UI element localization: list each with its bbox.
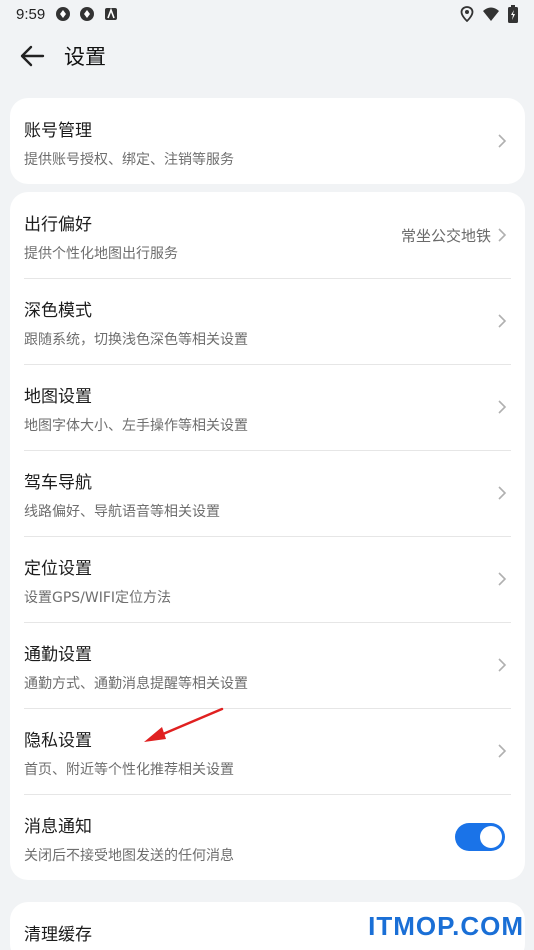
settings-item-privacy[interactable]: 隐私设置 首页、附近等个性化推荐相关设置 <box>10 708 525 794</box>
account-card: 账号管理 提供账号授权、绑定、注销等服务 <box>10 98 525 184</box>
chevron-right-icon <box>498 486 507 500</box>
settings-item-map[interactable]: 地图设置 地图字体大小、左手操作等相关设置 <box>10 364 525 450</box>
chevron-right-icon <box>498 572 507 586</box>
settings-card: 出行偏好 提供个性化地图出行服务 常坐公交地铁 深色模式 跟随系统，切换浅色深色… <box>10 192 525 880</box>
settings-item-travel-preference[interactable]: 出行偏好 提供个性化地图出行服务 常坐公交地铁 <box>10 192 525 278</box>
item-subtitle: 通勤方式、通勤消息提醒等相关设置 <box>24 676 248 692</box>
status-right <box>460 5 518 23</box>
item-subtitle: 提供个性化地图出行服务 <box>24 246 178 262</box>
item-subtitle: 跟随系统，切换浅色深色等相关设置 <box>24 332 248 348</box>
location-icon <box>460 6 474 22</box>
item-subtitle: 关闭后不接受地图发送的任何消息 <box>24 848 234 864</box>
item-subtitle: 线路偏好、导航语音等相关设置 <box>24 504 220 520</box>
settings-item-notifications: 消息通知 关闭后不接受地图发送的任何消息 <box>10 794 525 880</box>
item-value: 常坐公交地铁 <box>400 226 491 245</box>
chevron-right-icon <box>498 658 507 672</box>
app-bar: 设置 <box>0 28 534 84</box>
item-title: 消息通知 <box>24 817 92 837</box>
item-title: 出行偏好 <box>24 215 92 235</box>
chevron-right-icon <box>498 134 507 148</box>
chevron-right-icon <box>498 228 507 242</box>
item-subtitle: 地图字体大小、左手操作等相关设置 <box>24 418 248 434</box>
item-subtitle: 首页、附近等个性化推荐相关设置 <box>24 762 234 778</box>
item-title: 清理缓存 <box>24 925 92 945</box>
wifi-icon <box>483 7 499 21</box>
item-subtitle: 设置GPS/WIFI定位方法 <box>24 590 172 606</box>
settings-item-location[interactable]: 定位设置 设置GPS/WIFI定位方法 <box>10 536 525 622</box>
arrow-left-icon <box>20 45 45 67</box>
back-button[interactable] <box>8 32 56 80</box>
battery-icon <box>508 5 518 23</box>
item-title: 驾车导航 <box>24 473 92 493</box>
item-title: 账号管理 <box>24 121 92 141</box>
item-title: 定位设置 <box>24 559 92 579</box>
toggle-knob <box>480 826 502 848</box>
item-subtitle: 提供账号授权、绑定、注销等服务 <box>24 152 234 168</box>
annotation-arrow-icon <box>144 707 224 742</box>
chevron-right-icon <box>498 314 507 328</box>
item-title: 通勤设置 <box>24 645 92 665</box>
watermark: ITMOP.COM <box>368 911 524 941</box>
settings-item-commute[interactable]: 通勤设置 通勤方式、通勤消息提醒等相关设置 <box>10 622 525 708</box>
notification-toggle[interactable] <box>455 823 505 851</box>
app-icon-1 <box>56 7 71 21</box>
page-title: 设置 <box>64 45 106 69</box>
settings-item-dark-mode[interactable]: 深色模式 跟随系统，切换浅色深色等相关设置 <box>10 278 525 364</box>
status-time: 9:59 <box>16 5 46 23</box>
accessibility-icon <box>105 7 118 20</box>
item-title: 隐私设置 <box>24 731 92 751</box>
settings-item-driving-navigation[interactable]: 驾车导航 线路偏好、导航语音等相关设置 <box>10 450 525 536</box>
settings-item-account[interactable]: 账号管理 提供账号授权、绑定、注销等服务 <box>10 98 525 184</box>
item-title: 地图设置 <box>24 387 92 407</box>
item-title: 深色模式 <box>24 301 92 321</box>
chevron-right-icon <box>498 400 507 414</box>
status-bar: 9:59 <box>0 0 534 28</box>
app-icon-2 <box>80 7 95 21</box>
chevron-right-icon <box>498 744 507 758</box>
